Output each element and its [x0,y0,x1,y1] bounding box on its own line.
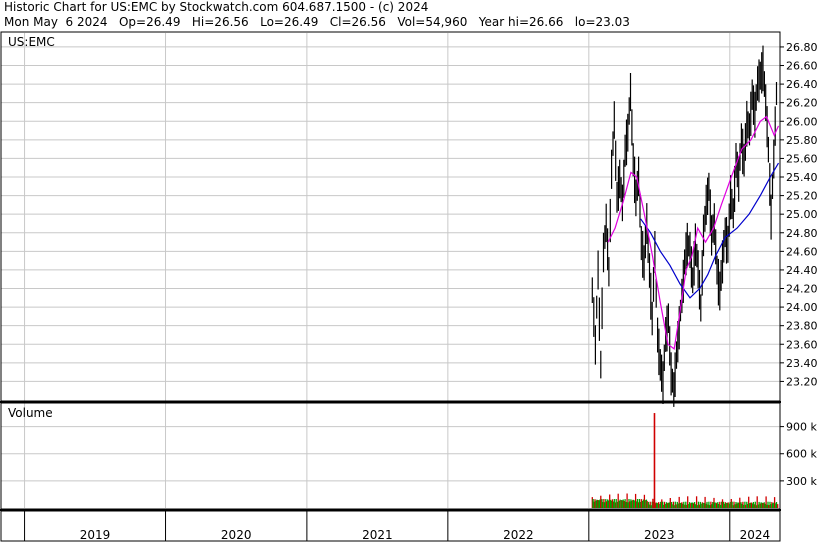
price-tick-label: 26.60 [786,60,818,73]
price-tick-label: 25.20 [786,190,818,203]
price-tick-label: 25.00 [786,208,818,221]
volume-tick-label: 600 k [786,448,817,461]
year-axis: 2019 2020 2021 2022 2023 2024 [24,511,771,542]
grid-lines [1,33,780,508]
price-tick-label: 23.40 [786,357,818,370]
price-tick-label: 24.20 [786,283,818,296]
price-tick-label: 23.60 [786,338,818,351]
year-label: 2024 [740,528,771,542]
volume-axis: 900 k 600 k 300 k [780,421,817,488]
year-label: 2023 [644,528,675,542]
volume-panel [0,402,781,510]
price-bars [591,45,778,407]
price-panel [0,31,781,402]
price-tick-label: 26.00 [786,115,818,128]
year-label: 2019 [80,528,111,542]
price-tick-label: 25.80 [786,134,818,147]
price-tick-label: 25.60 [786,152,818,165]
volume-bars [591,413,779,508]
volume-tick-label: 300 k [786,475,817,488]
price-tick-label: 26.80 [786,41,818,54]
volume-tick-label: 900 k [786,421,817,434]
price-axis: 26.80 26.60 26.40 26.20 26.00 25.80 25.60 25.40… [780,41,818,388]
moving-average-long [640,162,780,299]
year-label: 2020 [221,528,252,542]
price-tick-label: 25.40 [786,171,818,184]
year-label: 2022 [503,528,534,542]
price-tick-label: 23.20 [786,375,818,388]
price-tick-label: 24.60 [786,245,818,258]
price-tick-label: 24.00 [786,301,818,314]
price-tick-label: 26.20 [786,97,818,110]
price-tick-label: 23.80 [786,320,818,333]
symbol-label: US:EMC [8,35,55,49]
volume-label: Volume [8,406,53,420]
stock-chart: US:EMC Volume 26.8026.6026.4026.2026.002… [0,31,818,542]
year-label: 2021 [362,528,393,542]
price-tick-label: 24.80 [786,227,818,240]
price-tick-label: 26.40 [786,78,818,91]
price-tick-label: 24.40 [786,264,818,277]
